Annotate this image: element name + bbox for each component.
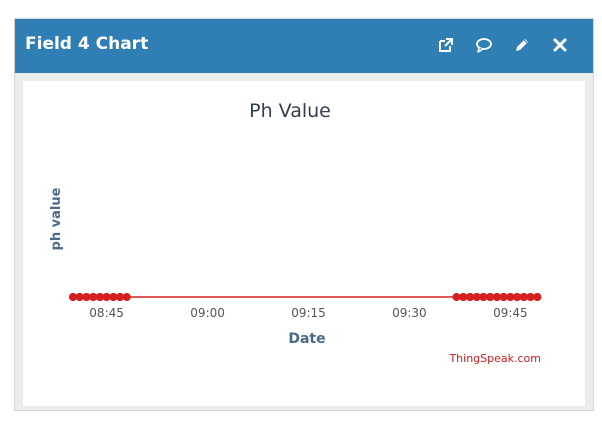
x-tick-label: 09:00: [190, 306, 225, 320]
x-tick-label: 09:30: [392, 306, 427, 320]
chart-title: Ph Value: [249, 100, 331, 122]
data-point[interactable]: [122, 293, 131, 301]
open-external-icon[interactable]: [435, 34, 457, 56]
widget-title: Field 4 Chart: [25, 34, 149, 54]
comment-icon[interactable]: [473, 34, 495, 56]
thingspeak-credit-link[interactable]: ThingSpeak.com: [448, 352, 541, 365]
edit-icon[interactable]: [511, 34, 533, 56]
chart-widget: Field 4 Chart Ph Value ph value Date 08:…: [14, 18, 594, 411]
widget-toolbar: [419, 34, 571, 56]
x-axis-label: Date: [288, 331, 325, 347]
x-tick-label: 09:15: [291, 306, 326, 320]
close-icon[interactable]: [549, 34, 571, 56]
chart-panel: Ph Value ph value Date 08:45 09:00 09:15 09…: [23, 81, 585, 406]
widget-header: Field 4 Chart: [15, 19, 593, 73]
x-tick-label: 08:45: [89, 306, 124, 320]
data-point[interactable]: [479, 293, 488, 301]
data-point[interactable]: [533, 293, 542, 301]
x-tick-label: 09:45: [493, 306, 528, 320]
x-axis-ticks: 08:45 09:00 09:15 09:30 09:45: [89, 306, 527, 320]
line-chart: Ph Value ph value Date 08:45 09:00 09:15 09…: [49, 100, 542, 365]
y-axis-label: ph value: [49, 187, 64, 250]
series-ph-value: [69, 293, 542, 301]
